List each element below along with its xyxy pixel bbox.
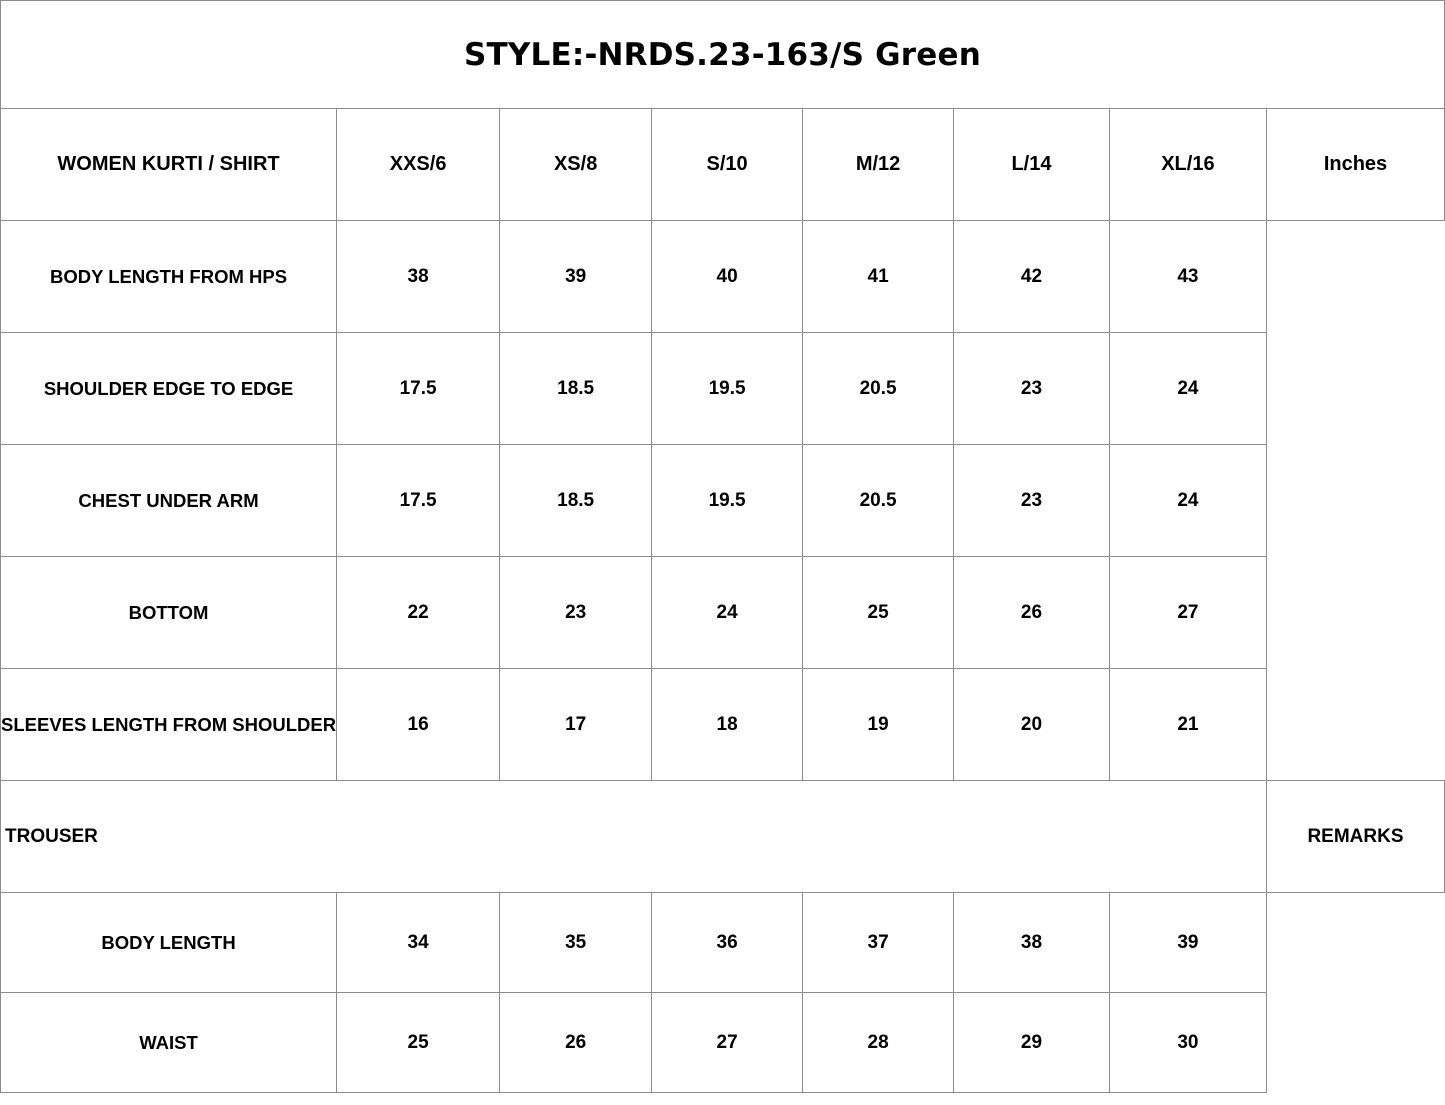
- style-title: STYLE:-NRDS.23-163/S Green: [464, 36, 981, 73]
- row-label: SLEEVES LENGTH FROM SHOULDER: [0, 668, 338, 781]
- cell-value: 20.5: [802, 332, 955, 445]
- blank-cell: [1265, 332, 1445, 445]
- cell-value: 39: [1108, 892, 1267, 993]
- trouser-section-row: TROUSER REMARKS: [0, 780, 1445, 893]
- cell-value: 41: [802, 220, 955, 333]
- table-row: CHEST UNDER ARM 17.5 18.5 19.5 20.5 23 2…: [0, 444, 1445, 557]
- cell-value: 36: [651, 892, 804, 993]
- cell-value: 20: [953, 668, 1110, 781]
- section-label-trouser: TROUSER: [0, 780, 1267, 893]
- cell-value: 17.5: [336, 444, 501, 557]
- cell-value: 24: [1108, 444, 1267, 557]
- size-header-m: M/12: [802, 108, 955, 221]
- cell-value: 18.5: [499, 332, 653, 445]
- cell-value: 30: [1108, 992, 1267, 1093]
- blank-cell: [1265, 220, 1445, 333]
- row-label: WAIST: [0, 992, 338, 1093]
- cell-value: 20.5: [802, 444, 955, 557]
- header-row: WOMEN KURTI / SHIRT XXS/6 XS/8 S/10 M/12…: [0, 108, 1445, 221]
- cell-value: 18.5: [499, 444, 653, 557]
- cell-value: 16: [336, 668, 501, 781]
- blank-cell: [1265, 992, 1445, 1093]
- cell-value: 24: [1108, 332, 1267, 445]
- unit-header: Inches: [1265, 108, 1445, 221]
- size-header-xxs: XXS/6: [336, 108, 501, 221]
- table-row: BOTTOM 22 23 24 25 26 27: [0, 556, 1445, 669]
- cell-value: 25: [336, 992, 501, 1093]
- table-row: SHOULDER EDGE TO EDGE 17.5 18.5 19.5 20.…: [0, 332, 1445, 445]
- size-chart-sheet: STYLE:-NRDS.23-163/S Green WOMEN KURTI /…: [0, 0, 1445, 1105]
- cell-value: 39: [499, 220, 653, 333]
- size-header-xs: XS/8: [499, 108, 653, 221]
- cell-value: 18: [651, 668, 804, 781]
- row-label: BODY LENGTH FROM HPS: [0, 220, 338, 333]
- blank-cell: [1265, 556, 1445, 669]
- cell-value: 34: [336, 892, 501, 993]
- header-label: WOMEN KURTI / SHIRT: [0, 108, 338, 221]
- blank-cell: [1265, 444, 1445, 557]
- cell-value: 19.5: [651, 444, 804, 557]
- size-header-s: S/10: [651, 108, 804, 221]
- cell-value: 23: [953, 444, 1110, 557]
- row-label: CHEST UNDER ARM: [0, 444, 338, 557]
- cell-value: 19: [802, 668, 955, 781]
- cell-value: 19.5: [651, 332, 804, 445]
- cell-value: 24: [651, 556, 804, 669]
- blank-cell: [1265, 668, 1445, 781]
- cell-value: 17.5: [336, 332, 501, 445]
- cell-value: 35: [499, 892, 653, 993]
- size-header-xl: XL/16: [1108, 108, 1267, 221]
- cell-value: 25: [802, 556, 955, 669]
- cell-value: 23: [953, 332, 1110, 445]
- cell-value: 26: [953, 556, 1110, 669]
- cell-value: 21: [1108, 668, 1267, 781]
- remarks-header: REMARKS: [1265, 780, 1445, 893]
- cell-value: 23: [499, 556, 653, 669]
- table-row: WAIST 25 26 27 28 29 30: [0, 992, 1445, 1093]
- row-label: BOTTOM: [0, 556, 338, 669]
- cell-value: 27: [1108, 556, 1267, 669]
- table-row: SLEEVES LENGTH FROM SHOULDER 16 17 18 19…: [0, 668, 1445, 781]
- cell-value: 26: [499, 992, 653, 1093]
- cell-value: 27: [651, 992, 804, 1093]
- table-row: BODY LENGTH FROM HPS 38 39 40 41 42 43: [0, 220, 1445, 333]
- cell-value: 29: [953, 992, 1110, 1093]
- measurement-table: WOMEN KURTI / SHIRT XXS/6 XS/8 S/10 M/12…: [0, 108, 1445, 1093]
- title-box: STYLE:-NRDS.23-163/S Green: [0, 0, 1445, 108]
- blank-cell: [1265, 892, 1445, 993]
- cell-value: 37: [802, 892, 955, 993]
- row-label: BODY LENGTH: [0, 892, 338, 993]
- cell-value: 43: [1108, 220, 1267, 333]
- table-row: BODY LENGTH 34 35 36 37 38 39: [0, 892, 1445, 993]
- cell-value: 28: [802, 992, 955, 1093]
- cell-value: 17: [499, 668, 653, 781]
- row-label: SHOULDER EDGE TO EDGE: [0, 332, 338, 445]
- cell-value: 38: [953, 892, 1110, 993]
- size-header-l: L/14: [953, 108, 1110, 221]
- cell-value: 22: [336, 556, 501, 669]
- cell-value: 40: [651, 220, 804, 333]
- cell-value: 42: [953, 220, 1110, 333]
- cell-value: 38: [336, 220, 501, 333]
